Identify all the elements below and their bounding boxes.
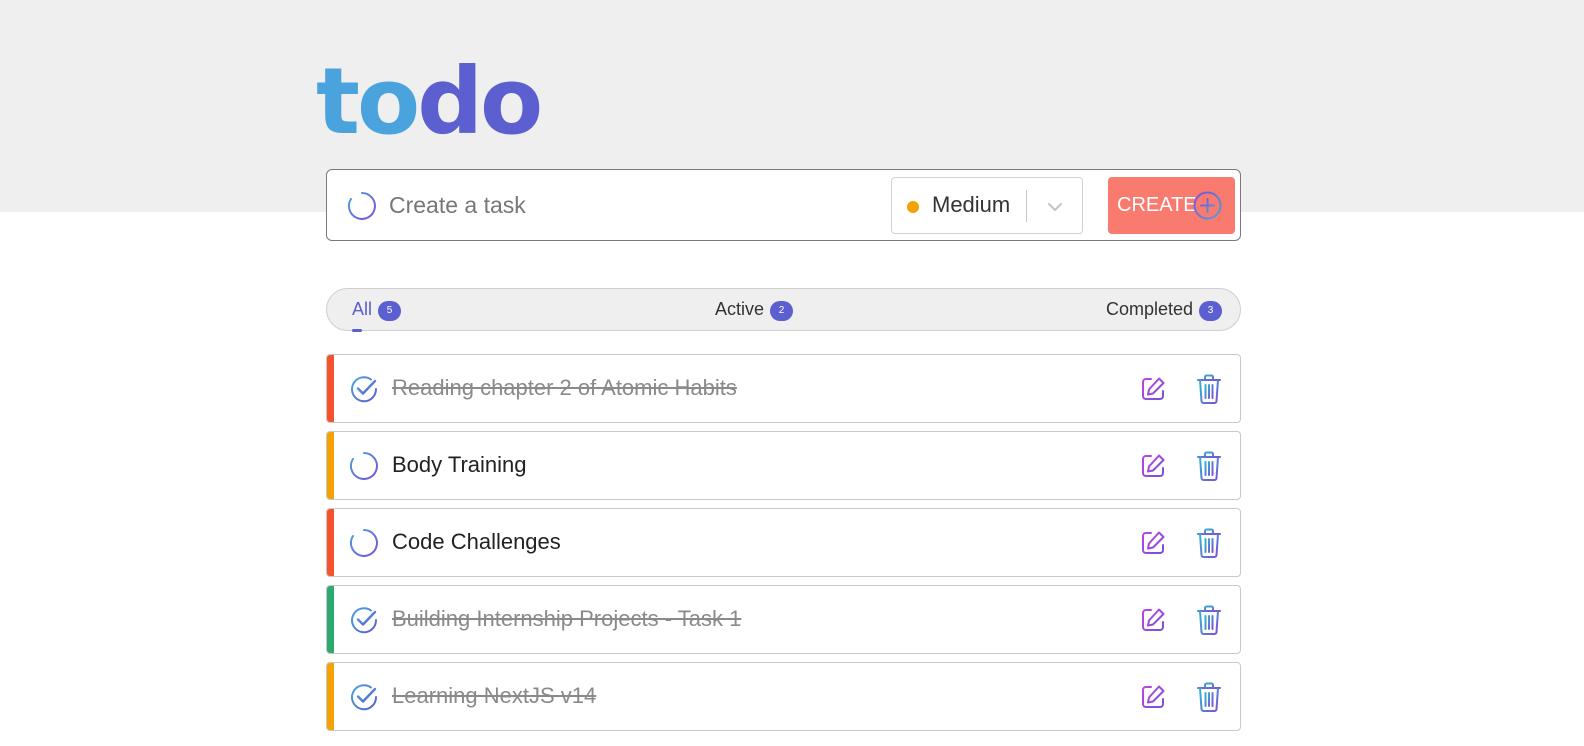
trash-icon[interactable] xyxy=(1195,373,1223,405)
priority-selected-label: Medium xyxy=(932,192,1011,217)
task-item: Body Training xyxy=(326,431,1241,500)
spinner-icon xyxy=(348,192,376,220)
priority-bar xyxy=(327,509,334,576)
edit-icon[interactable] xyxy=(1139,683,1167,711)
task-item: Learning NextJS v14 xyxy=(326,662,1241,731)
create-button[interactable]: CREATE xyxy=(1108,177,1235,234)
check-circle-icon[interactable] xyxy=(349,682,379,712)
chevron-down-icon[interactable] xyxy=(1044,196,1066,218)
filter-completed-label: Completed xyxy=(1106,299,1194,319)
edit-icon[interactable] xyxy=(1139,375,1167,403)
task-title: Code Challenges xyxy=(392,529,561,554)
filter-tab-completed[interactable]: Completed 3 xyxy=(1106,299,1223,321)
task-input[interactable] xyxy=(389,186,869,224)
edit-icon[interactable] xyxy=(1139,452,1167,480)
priority-bar xyxy=(327,432,334,499)
trash-icon[interactable] xyxy=(1195,604,1223,636)
create-task-bar: Medium CREATE xyxy=(326,169,1241,241)
priority-bar xyxy=(327,355,334,422)
task-list: Reading chapter 2 of Atomic Habits Body … xyxy=(326,354,1241,739)
filter-bar: All 5 Active 2 Completed 3 xyxy=(326,288,1241,332)
task-title: Building Internship Projects - Task 1 xyxy=(392,606,742,631)
logo-part-to: to xyxy=(316,48,420,155)
trash-icon[interactable] xyxy=(1195,681,1223,713)
task-title: Reading chapter 2 of Atomic Habits xyxy=(392,375,737,400)
filter-all-count: 5 xyxy=(378,301,402,321)
filter-completed-count: 3 xyxy=(1199,301,1223,321)
filter-active-count: 2 xyxy=(770,301,794,321)
priority-dot xyxy=(907,201,919,213)
active-tab-indicator xyxy=(352,329,362,332)
filter-tab-all[interactable]: All 5 xyxy=(352,299,402,332)
task-item: Reading chapter 2 of Atomic Habits xyxy=(326,354,1241,423)
priority-divider xyxy=(1026,190,1027,222)
priority-select[interactable]: Medium xyxy=(891,177,1083,234)
priority-bar xyxy=(327,586,334,653)
app-logo: todo xyxy=(316,56,543,148)
task-title: Learning NextJS v14 xyxy=(392,683,597,708)
trash-icon[interactable] xyxy=(1195,527,1223,559)
plus-circle-icon xyxy=(1193,191,1222,220)
create-button-label: CREATE xyxy=(1117,194,1197,216)
filter-tab-active[interactable]: Active 2 xyxy=(715,299,794,321)
task-title: Body Training xyxy=(392,452,527,477)
priority-bar xyxy=(327,663,334,730)
filter-all-label: All xyxy=(352,299,373,319)
task-item: Code Challenges xyxy=(326,508,1241,577)
spinner-icon[interactable] xyxy=(349,528,379,558)
logo-part-do: do xyxy=(417,48,543,155)
edit-icon[interactable] xyxy=(1139,606,1167,634)
spinner-icon[interactable] xyxy=(349,451,379,481)
filter-active-label: Active xyxy=(715,299,765,319)
check-circle-icon[interactable] xyxy=(349,374,379,404)
check-circle-icon[interactable] xyxy=(349,605,379,635)
task-item: Building Internship Projects - Task 1 xyxy=(326,585,1241,654)
edit-icon[interactable] xyxy=(1139,529,1167,557)
trash-icon[interactable] xyxy=(1195,450,1223,482)
